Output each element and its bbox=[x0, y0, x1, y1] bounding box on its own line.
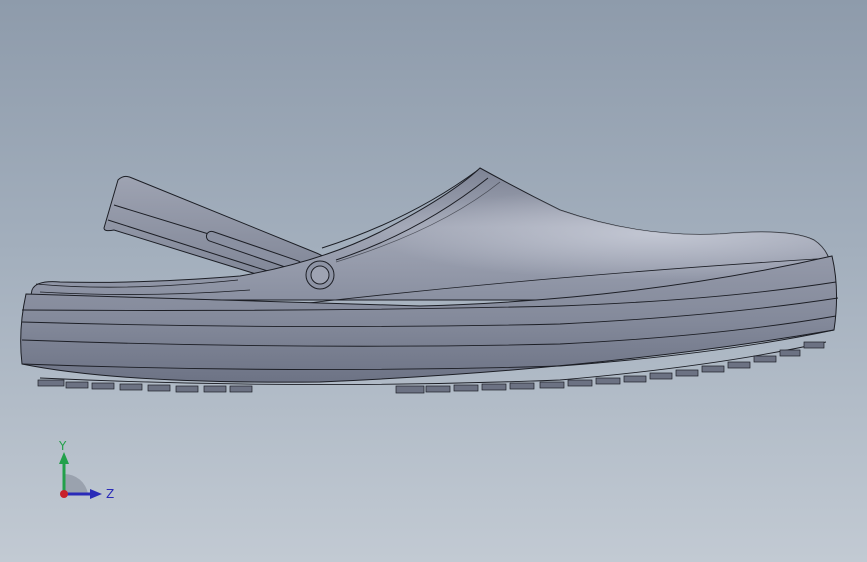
z-axis-label: Z bbox=[106, 487, 114, 501]
z-axis-arrow-icon bbox=[90, 489, 102, 499]
3d-viewport[interactable]: Y Z bbox=[0, 0, 867, 562]
orientation-triad[interactable]: Y Z bbox=[40, 436, 130, 516]
x-axis-icon bbox=[60, 490, 68, 498]
triad-plane-icon bbox=[64, 473, 88, 494]
y-axis-label: Y bbox=[58, 439, 67, 453]
strap-rivet[interactable] bbox=[305, 260, 335, 290]
y-axis-arrow-icon bbox=[59, 452, 69, 464]
clog-shoe-model[interactable] bbox=[0, 0, 867, 562]
